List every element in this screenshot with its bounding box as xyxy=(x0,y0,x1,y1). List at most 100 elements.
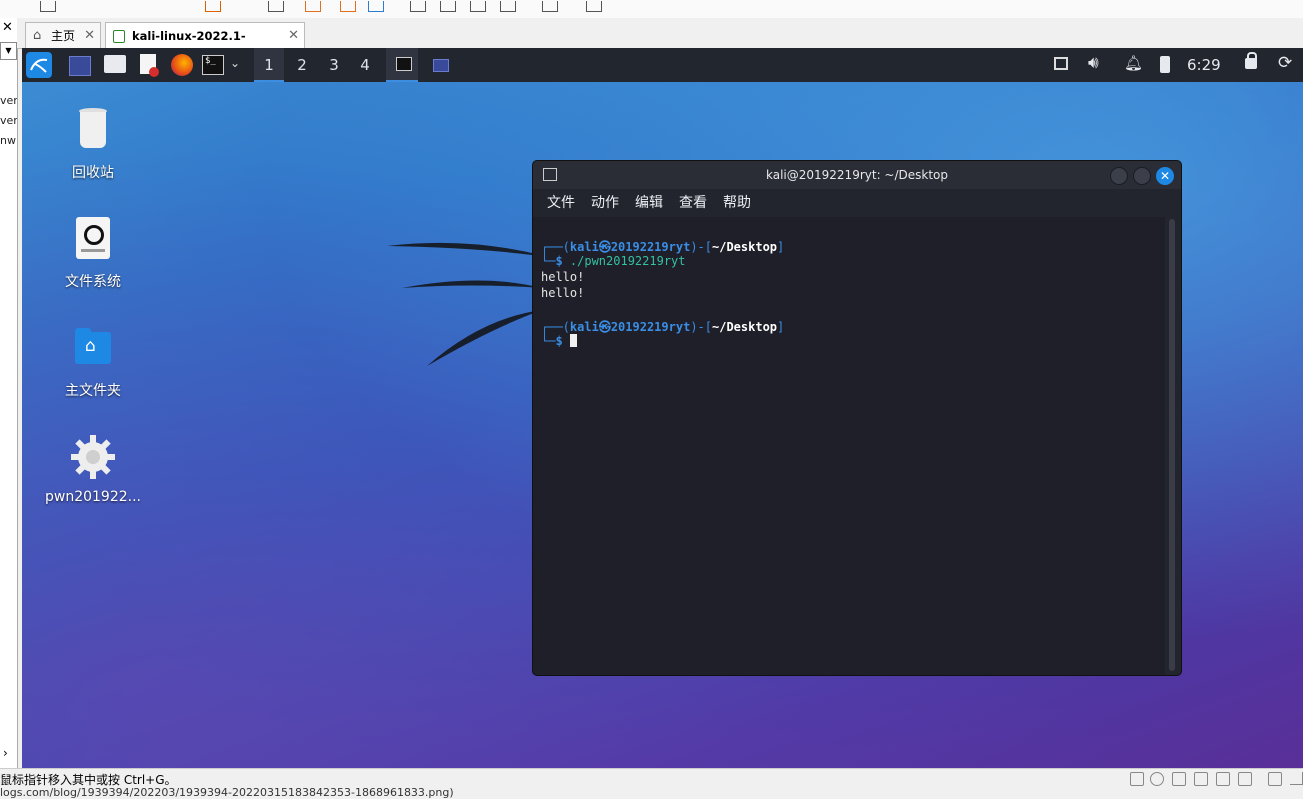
desktop-icon-label: 主文件夹 xyxy=(65,383,121,399)
chevron-down-icon[interactable]: ⌄ xyxy=(230,56,240,70)
terminal-window[interactable]: kali@20192219ryt: ~/Desktop ✕ 文件 动作 编辑 查… xyxy=(532,160,1182,676)
prompt-user: kali xyxy=(569,240,599,254)
toolbar-icon[interactable] xyxy=(410,1,426,12)
output-line: hello! xyxy=(541,286,585,300)
taskbar-window-icon[interactable] xyxy=(433,59,449,72)
desktop-icon-label: pwn201922... xyxy=(44,489,141,505)
sound-icon[interactable] xyxy=(1216,772,1230,786)
gear-icon xyxy=(69,433,117,481)
show-desktop-icon[interactable] xyxy=(69,56,91,76)
tab-label: 主页 xyxy=(51,29,76,43)
close-icon[interactable]: ✕ xyxy=(84,23,95,49)
usb-icon[interactable] xyxy=(1194,772,1208,786)
command-line: └─$ ./pwn20192219ryt xyxy=(541,254,686,268)
library-item[interactable]: ver xyxy=(0,94,17,107)
toolbar-icon[interactable] xyxy=(40,1,56,12)
toolbar-icon[interactable] xyxy=(586,1,602,12)
file-manager-icon[interactable] xyxy=(104,55,126,73)
menu-help[interactable]: 帮助 xyxy=(723,189,751,217)
printer-icon[interactable] xyxy=(1238,772,1252,786)
prompt-cwd: ~/Desktop xyxy=(712,240,778,254)
toolbar-icon[interactable] xyxy=(542,1,558,12)
output-line: hello! xyxy=(541,270,585,284)
library-item[interactable]: nw xyxy=(0,134,16,147)
status-url: logs.com/blog/1939394/202203/1939394-202… xyxy=(0,786,454,799)
host-tab-bar: ⌂ 主页 ✕ kali-linux-2022.1-vmware... ✕ xyxy=(17,18,1303,69)
toolbar-icon[interactable] xyxy=(500,1,516,12)
prompt-line: ┌──(kali㉿20192219ryt)-[~/Desktop] xyxy=(541,320,785,334)
terminal-menubar: 文件 动作 编辑 查看 帮助 xyxy=(533,189,1181,217)
host-status-bar: 鼠标指针移入其中或按 Ctrl+G。 logs.com/blog/1939394… xyxy=(0,768,1303,799)
input-line[interactable]: └─$ xyxy=(541,334,577,348)
menu-view[interactable]: 查看 xyxy=(679,189,707,217)
toolbar-icon[interactable] xyxy=(470,1,486,12)
terminal-scrollbar[interactable] xyxy=(1169,219,1175,671)
menu-edit[interactable]: 编辑 xyxy=(635,189,663,217)
desktop-icon-executable[interactable]: pwn201922... xyxy=(43,433,143,505)
close-icon[interactable]: ✕ xyxy=(2,20,13,35)
toolbar-icon[interactable] xyxy=(305,1,321,12)
menu-actions[interactable]: 动作 xyxy=(591,189,619,217)
workspace-1[interactable]: 1 xyxy=(254,48,284,82)
close-button[interactable]: ✕ xyxy=(1156,167,1174,185)
tab-home[interactable]: ⌂ 主页 ✕ xyxy=(25,22,101,48)
home-icon: ⌂ xyxy=(33,28,42,43)
firefox-icon[interactable] xyxy=(171,54,193,76)
desktop-icon-filesystem[interactable]: 文件系统 xyxy=(43,215,143,291)
prompt-line: ┌──(kali㉿20192219ryt)-[~/Desktop] xyxy=(541,240,785,254)
toolbar-icon[interactable] xyxy=(340,1,356,12)
minimize-button[interactable] xyxy=(1110,167,1128,185)
toolbar-icon[interactable] xyxy=(440,1,456,12)
window-title: kali@20192219ryt: ~/Desktop xyxy=(765,168,949,182)
tab-vm[interactable]: kali-linux-2022.1-vmware... ✕ xyxy=(105,22,305,69)
network-adapter-icon[interactable] xyxy=(1172,772,1186,786)
text-editor-icon[interactable] xyxy=(140,54,159,77)
desktop-icon-trash[interactable]: 回收站 xyxy=(43,106,143,182)
toolbar-icon[interactable] xyxy=(268,1,284,12)
maximize-button[interactable] xyxy=(1133,167,1151,185)
prompt-user: kali xyxy=(569,320,599,334)
drive-icon xyxy=(69,215,117,263)
battery-icon[interactable] xyxy=(1160,56,1170,73)
terminal-titlebar[interactable]: kali@20192219ryt: ~/Desktop ✕ xyxy=(533,161,1181,189)
terminal-output[interactable]: ┌──(kali㉿20192219ryt)-[~/Desktop] └─$ ./… xyxy=(533,217,1165,675)
chevron-down-icon[interactable]: ▼ xyxy=(0,42,17,60)
disk-icon[interactable] xyxy=(1130,772,1144,786)
volume-icon[interactable]: 🔊︎ xyxy=(1088,53,1099,73)
text-cursor xyxy=(569,334,577,347)
prompt-cwd: ~/Desktop xyxy=(712,320,778,334)
network-icon[interactable] xyxy=(1054,57,1068,70)
lock-icon[interactable] xyxy=(1245,52,1257,69)
menu-file[interactable]: 文件 xyxy=(547,189,575,217)
cd-icon[interactable] xyxy=(1150,772,1164,786)
kali-menu-icon[interactable] xyxy=(26,52,52,78)
workspace-3[interactable]: 3 xyxy=(319,48,349,82)
library-item[interactable]: ver xyxy=(0,114,17,127)
host-toolbar xyxy=(0,0,1303,19)
logout-icon[interactable]: ⟳ xyxy=(1278,53,1292,73)
desktop-icon-label: 文件系统 xyxy=(65,274,121,290)
vm-screen[interactable]: $_ ⌄ 1 2 3 4 🔊︎ 🔔︎ 6:29 ⟳ 回收站 文件系统 ⌂ 主文件… xyxy=(22,48,1303,768)
taskbar-terminal-window[interactable] xyxy=(386,48,418,82)
notification-bell-icon[interactable]: 🔔︎ xyxy=(1124,54,1143,72)
prompt-host: 20192219ryt xyxy=(610,320,691,334)
trash-icon xyxy=(69,106,117,154)
workspace-4[interactable]: 4 xyxy=(350,48,380,82)
chevron-right-icon[interactable]: › xyxy=(3,746,8,760)
desktop-icon-label: 回收站 xyxy=(72,165,114,181)
toolbar-icon[interactable] xyxy=(205,1,221,12)
toolbar-icon[interactable] xyxy=(368,1,384,12)
workspace-2[interactable]: 2 xyxy=(287,48,317,82)
message-icon[interactable] xyxy=(1268,772,1282,786)
terminal-launcher-icon[interactable]: $_ xyxy=(202,55,224,75)
prompt-host: 20192219ryt xyxy=(610,240,691,254)
home-folder-icon: ⌂ xyxy=(69,324,117,372)
resize-grip-icon[interactable] xyxy=(1290,772,1303,785)
close-icon[interactable]: ✕ xyxy=(288,23,299,49)
desktop-icon-home[interactable]: ⌂ 主文件夹 xyxy=(43,324,143,400)
close-icon: ✕ xyxy=(1160,169,1171,183)
panel-clock[interactable]: 6:29 xyxy=(1187,48,1221,82)
terminal-app-icon[interactable] xyxy=(543,168,557,181)
xfce-panel: $_ ⌄ 1 2 3 4 🔊︎ 🔔︎ 6:29 ⟳ xyxy=(22,48,1303,82)
vm-icon xyxy=(113,30,125,43)
